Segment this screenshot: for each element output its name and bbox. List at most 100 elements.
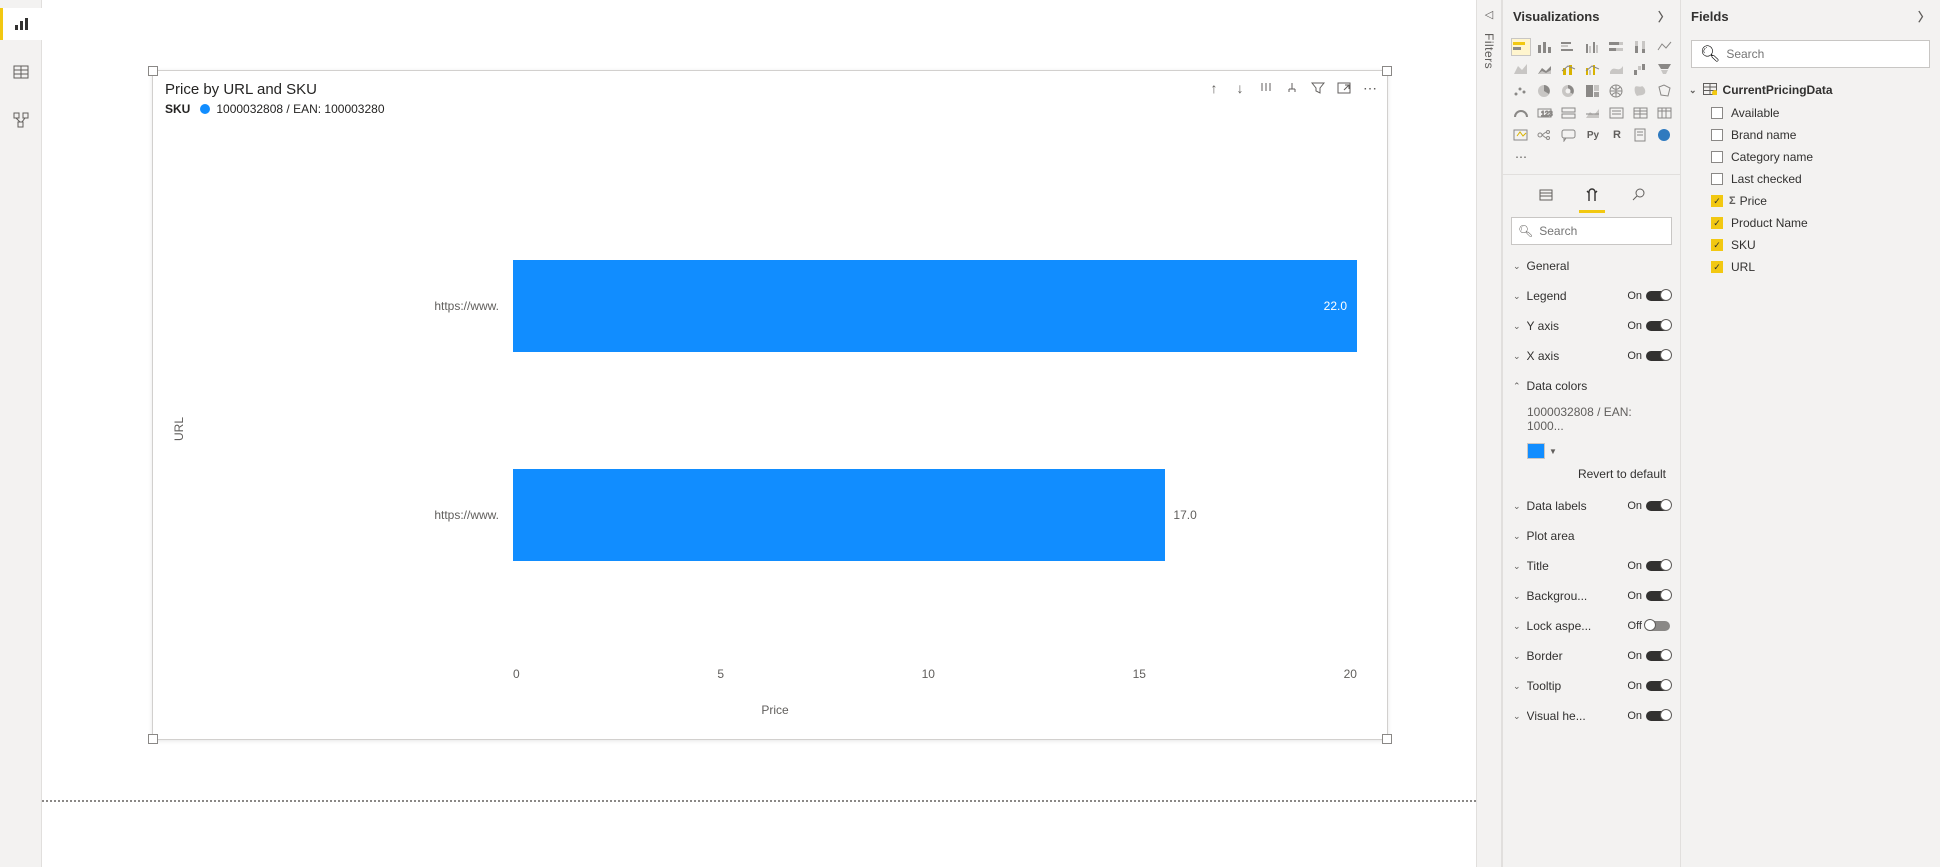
resize-handle-br[interactable] xyxy=(1382,734,1392,744)
viz-shape-map-icon[interactable] xyxy=(1655,82,1675,100)
toggle-visual-header[interactable]: On xyxy=(1627,710,1670,722)
section-lock-aspect[interactable]: ⌄Lock aspe...Off xyxy=(1505,611,1678,641)
toggle-y-axis[interactable]: On xyxy=(1627,320,1670,332)
section-general[interactable]: ⌄General xyxy=(1505,251,1678,281)
bar[interactable]: 22.0 xyxy=(513,260,1357,352)
viz-decomposition-tree-icon[interactable] xyxy=(1535,126,1555,144)
format-tab[interactable] xyxy=(1581,183,1603,207)
viz-area-icon[interactable] xyxy=(1511,60,1531,78)
report-canvas[interactable]: ↑ ↓ ⋯ Price by URL and SKU SKU 100003280… xyxy=(42,0,1476,867)
viz-line-clustered-column-icon[interactable] xyxy=(1583,60,1603,78)
viz-table-icon[interactable] xyxy=(1631,104,1651,122)
resize-handle-tr[interactable] xyxy=(1382,66,1392,76)
viz-multi-row-card-icon[interactable] xyxy=(1559,104,1579,122)
viz-pie-icon[interactable] xyxy=(1535,82,1555,100)
field-row[interactable]: Available xyxy=(1689,102,1932,124)
revert-to-default-link[interactable]: Revert to default xyxy=(1505,459,1678,491)
bar[interactable] xyxy=(513,469,1165,561)
section-data-labels[interactable]: ⌄Data labelsOn xyxy=(1505,491,1678,521)
data-color-swatch[interactable]: ▼ xyxy=(1527,443,1678,459)
viz-r-script-icon[interactable]: R xyxy=(1607,126,1627,144)
format-search[interactable]: 🔍︎ xyxy=(1511,217,1672,245)
section-y-axis[interactable]: ⌄Y axisOn xyxy=(1505,311,1678,341)
field-checkbox[interactable] xyxy=(1711,173,1723,185)
section-background[interactable]: ⌄Backgrou...On xyxy=(1505,581,1678,611)
viz-matrix-icon[interactable] xyxy=(1655,104,1675,122)
field-checkbox[interactable]: ✓ xyxy=(1711,239,1723,251)
viz-waterfall-icon[interactable] xyxy=(1631,60,1651,78)
viz-slicer-icon[interactable] xyxy=(1607,104,1627,122)
viz-python-icon[interactable]: Py xyxy=(1583,126,1603,144)
viz-line-stacked-column-icon[interactable] xyxy=(1559,60,1579,78)
viz-stacked-column-icon[interactable] xyxy=(1535,38,1555,56)
field-row[interactable]: Category name xyxy=(1689,146,1932,168)
section-border[interactable]: ⌄BorderOn xyxy=(1505,641,1678,671)
expand-all-icon[interactable] xyxy=(1283,79,1301,97)
more-options-icon[interactable]: ⋯ xyxy=(1361,79,1379,97)
filters-pane-collapsed[interactable]: ◁ Filters xyxy=(1476,0,1502,867)
viz-stacked-area-icon[interactable] xyxy=(1535,60,1555,78)
toggle-data-labels[interactable]: On xyxy=(1627,500,1670,512)
fields-search-input[interactable] xyxy=(1726,47,1921,61)
fields-search[interactable]: 🔍︎ xyxy=(1691,40,1930,68)
section-legend[interactable]: ⌄LegendOn xyxy=(1505,281,1678,311)
toggle-x-axis[interactable]: On xyxy=(1627,350,1670,362)
field-checkbox[interactable]: ✓ xyxy=(1711,217,1723,229)
field-checkbox[interactable]: ✓ xyxy=(1711,195,1723,207)
fields-tab[interactable] xyxy=(1535,183,1557,207)
viz-scatter-icon[interactable] xyxy=(1511,82,1531,100)
visual-container[interactable]: ↑ ↓ ⋯ Price by URL and SKU SKU 100003280… xyxy=(152,70,1388,740)
filter-icon[interactable] xyxy=(1309,79,1327,97)
expand-next-icon[interactable] xyxy=(1257,79,1275,97)
viz-funnel-icon[interactable] xyxy=(1655,60,1675,78)
viz-ribbon-icon[interactable] xyxy=(1607,60,1627,78)
viz-map-icon[interactable] xyxy=(1607,82,1627,100)
toggle-tooltip[interactable]: On xyxy=(1627,680,1670,692)
section-plot-area[interactable]: ⌄Plot area xyxy=(1505,521,1678,551)
field-row[interactable]: ✓ΣPrice xyxy=(1689,190,1932,212)
fields-pane-header[interactable]: Fields 〉 xyxy=(1681,0,1940,32)
viz-kpi-icon[interactable] xyxy=(1583,104,1603,122)
field-checkbox[interactable] xyxy=(1711,107,1723,119)
resize-handle-bl[interactable] xyxy=(148,734,158,744)
visualizations-pane-header[interactable]: Visualizations 〉 xyxy=(1503,0,1680,32)
analytics-tab[interactable] xyxy=(1627,183,1649,207)
toggle-border[interactable]: On xyxy=(1627,650,1670,662)
viz-treemap-icon[interactable] xyxy=(1583,82,1603,100)
field-row[interactable]: Last checked xyxy=(1689,168,1932,190)
field-checkbox[interactable]: ✓ xyxy=(1711,261,1723,273)
field-row[interactable]: ✓SKU xyxy=(1689,234,1932,256)
viz-card-icon[interactable]: 123 xyxy=(1535,104,1555,122)
toggle-lock-aspect[interactable]: Off xyxy=(1628,620,1670,632)
viz-clustered-bar-icon[interactable] xyxy=(1559,38,1579,56)
viz-paginated-icon[interactable] xyxy=(1631,126,1651,144)
toggle-title[interactable]: On xyxy=(1627,560,1670,572)
viz-key-influencers-icon[interactable] xyxy=(1511,126,1531,144)
viz-100-stacked-bar-icon[interactable] xyxy=(1607,38,1627,56)
toggle-background[interactable]: On xyxy=(1627,590,1670,602)
viz-stacked-bar-icon[interactable] xyxy=(1511,38,1531,56)
viz-get-more-icon[interactable]: ⋯ xyxy=(1511,148,1531,166)
field-checkbox[interactable] xyxy=(1711,129,1723,141)
section-visual-header[interactable]: ⌄Visual he...On xyxy=(1505,701,1678,731)
viz-100-stacked-column-icon[interactable] xyxy=(1631,38,1651,56)
viz-arcgis-icon[interactable] xyxy=(1655,126,1675,144)
table-header[interactable]: ⌄ CurrentPricingData xyxy=(1689,78,1932,102)
viz-clustered-column-icon[interactable] xyxy=(1583,38,1603,56)
viz-line-icon[interactable] xyxy=(1655,38,1675,56)
nav-data-view[interactable] xyxy=(0,56,42,88)
nav-report-view[interactable] xyxy=(0,8,42,40)
viz-gauge-icon[interactable] xyxy=(1511,104,1531,122)
viz-qna-icon[interactable] xyxy=(1559,126,1579,144)
section-tooltip[interactable]: ⌄TooltipOn xyxy=(1505,671,1678,701)
viz-filled-map-icon[interactable] xyxy=(1631,82,1651,100)
resize-handle-tl[interactable] xyxy=(148,66,158,76)
section-data-colors[interactable]: ⌃Data colors xyxy=(1505,371,1678,401)
field-row[interactable]: Brand name xyxy=(1689,124,1932,146)
viz-donut-icon[interactable] xyxy=(1559,82,1579,100)
focus-mode-icon[interactable] xyxy=(1335,79,1353,97)
collapse-pane-icon[interactable]: 〉 xyxy=(1658,8,1670,25)
field-row[interactable]: ✓Product Name xyxy=(1689,212,1932,234)
color-box[interactable] xyxy=(1527,443,1545,459)
nav-model-view[interactable] xyxy=(0,104,42,136)
